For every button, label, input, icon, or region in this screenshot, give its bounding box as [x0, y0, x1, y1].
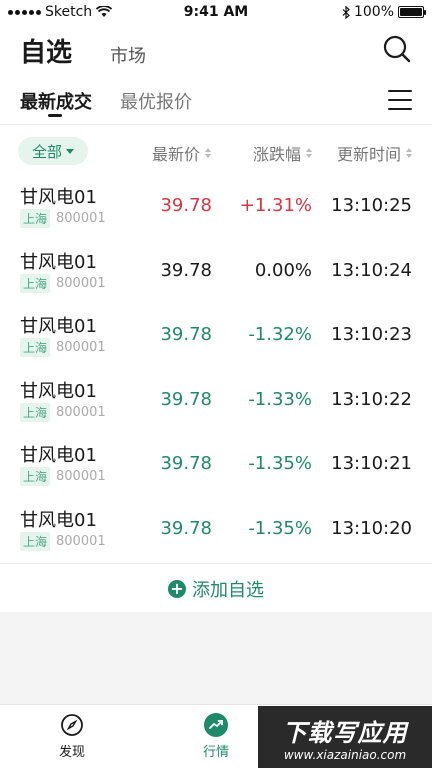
add-watchlist-label: 添加自选	[192, 579, 264, 601]
price-change: -1.35%	[248, 453, 312, 474]
market-tag: 上海	[20, 402, 51, 422]
table-row[interactable]: 甘风电01 上海 800001 39.78 -1.35% 13:10:21	[0, 435, 432, 499]
watchlist: 全部 最新价 涨跌幅 更新时间 甘风电01 上海 800001 39.78 +1.31%…	[0, 124, 432, 612]
trend-up-icon	[204, 713, 228, 737]
security-meta: 上海 800001	[20, 273, 106, 293]
security-name: 甘风电01	[20, 316, 97, 337]
security-meta: 上海 800001	[20, 402, 106, 422]
column-header: 全部 最新价 涨跌幅 更新时间	[0, 125, 432, 177]
price-change: -1.33%	[248, 388, 312, 410]
filter-dropdown[interactable]: 全部	[18, 137, 88, 165]
battery-level	[400, 8, 422, 16]
latest-price: 39.78	[160, 195, 212, 216]
status-bar: Sketch 9:41 AM 100%	[0, 0, 432, 26]
search-icon[interactable]	[382, 34, 412, 64]
price-change: 0.00%	[254, 259, 312, 281]
table-row[interactable]: 甘风电01 上海 800001 39.78 +1.31% 13:10:25	[0, 177, 432, 241]
market-tag: 上海	[20, 531, 51, 551]
header: 自选 市场 最新成交 最优报价	[0, 26, 432, 124]
page-title[interactable]: 自选	[20, 32, 72, 69]
security-meta: 上海 800001	[20, 209, 106, 228]
battery-percent: 100%	[353, 4, 394, 20]
subtab-active-indicator	[48, 114, 62, 117]
tab-market-label: 行情	[202, 745, 229, 760]
security-code: 800001	[56, 404, 106, 420]
table-row[interactable]: 甘风电01 上海 800001 39.78 -1.32% 13:10:23	[0, 306, 432, 370]
sort-icon	[205, 148, 212, 158]
update-time: 13:10:23	[331, 324, 412, 345]
security-code: 800001	[56, 340, 106, 355]
security-code: 800001	[56, 469, 106, 484]
price-change: -1.35%	[248, 517, 312, 539]
tab-discover[interactable]: 发现	[32, 713, 112, 760]
update-time: 13:10:20	[331, 517, 412, 539]
table-row[interactable]: 甘风电01 上海 800001 39.78 -1.33% 13:10:22	[0, 371, 432, 435]
subtab-latest-trade[interactable]: 最新成交	[20, 88, 92, 114]
column-time-label: 更新时间	[337, 145, 402, 164]
add-watchlist-button[interactable]: + 添加自选	[0, 563, 432, 613]
filter-label: 全部	[31, 142, 62, 161]
market-tag: 上海	[20, 273, 51, 293]
price-change: -1.32%	[248, 324, 312, 345]
latest-price: 39.78	[160, 453, 212, 474]
watermark-logo: 下载写应用 www.xiazainiao.com	[258, 706, 432, 768]
sort-icon	[406, 148, 413, 158]
security-name: 甘风电01	[20, 187, 97, 208]
latest-price: 39.78	[160, 388, 212, 410]
subtab-best-quote[interactable]: 最优报价	[120, 88, 192, 114]
battery-icon	[398, 6, 426, 18]
sort-time[interactable]: 更新时间	[337, 141, 413, 165]
latest-price: 39.78	[160, 517, 212, 539]
latest-price: 39.78	[160, 324, 212, 345]
security-name: 甘风电01	[20, 509, 97, 531]
status-right: 100%	[342, 4, 426, 20]
security-code: 800001	[56, 211, 106, 226]
bluetooth-icon	[342, 5, 350, 19]
security-meta: 上海 800001	[20, 338, 106, 357]
market-tag: 上海	[20, 338, 51, 357]
update-time: 13:10:21	[331, 453, 412, 474]
caret-down-icon	[66, 148, 74, 154]
security-meta: 上海 800001	[20, 467, 106, 486]
tab-market[interactable]: 市场	[110, 42, 146, 68]
security-code: 800001	[56, 275, 106, 291]
latest-price: 39.78	[160, 259, 212, 281]
watermark-title: 下载写应用	[282, 718, 408, 747]
update-time: 13:10:22	[331, 388, 412, 410]
security-meta: 上海 800001	[20, 531, 106, 551]
table-row[interactable]: 甘风电01 上海 800001 39.78 0.00% 13:10:24	[0, 242, 432, 306]
menu-icon[interactable]	[388, 90, 412, 110]
column-change-label: 涨跌幅	[253, 145, 302, 164]
watermark-url: www.xiazainiao.com	[283, 747, 407, 762]
security-name: 甘风电01	[20, 380, 97, 402]
security-code: 800001	[56, 533, 106, 549]
price-change: +1.31%	[239, 195, 312, 216]
security-name: 甘风电01	[20, 445, 97, 466]
tab-market-active[interactable]: 行情	[176, 713, 256, 760]
column-price-label: 最新价	[152, 145, 201, 164]
tab-discover-label: 发现	[58, 745, 85, 760]
update-time: 13:10:25	[331, 195, 412, 216]
table-row[interactable]: 甘风电01 上海 800001 39.78 -1.35% 13:10:20	[0, 500, 432, 564]
market-tag: 上海	[20, 209, 51, 228]
compass-icon	[60, 713, 84, 737]
update-time: 13:10:24	[331, 259, 412, 281]
sort-icon	[306, 148, 313, 158]
sort-price[interactable]: 最新价	[152, 141, 212, 165]
security-name: 甘风电01	[20, 251, 97, 273]
plus-circle-icon: +	[168, 579, 186, 598]
market-tag: 上海	[20, 467, 51, 486]
sort-change[interactable]: 涨跌幅	[253, 141, 313, 165]
